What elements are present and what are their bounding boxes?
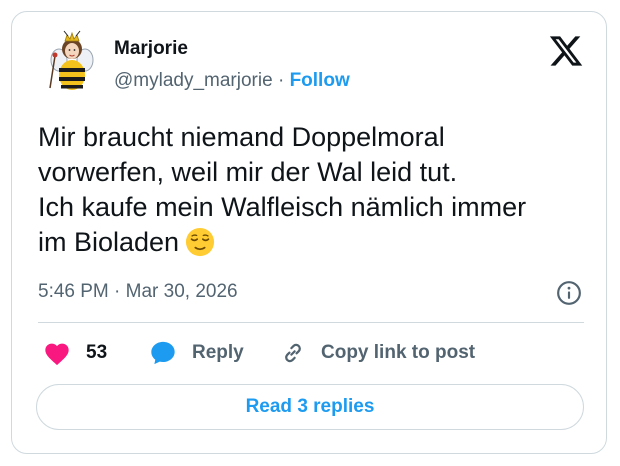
info-icon[interactable]	[556, 280, 582, 306]
link-icon	[285, 343, 301, 363]
author-handle[interactable]: @mylady_marjorie	[114, 70, 273, 91]
reply-button[interactable]: Reply	[149, 338, 244, 368]
copy-link-label: Copy link to post	[321, 342, 476, 363]
avatar[interactable]	[40, 30, 104, 94]
like-count: 53	[86, 342, 108, 363]
like-button[interactable]: 53	[43, 338, 107, 368]
post-text-line-last: im Bioladen	[38, 225, 598, 260]
copy-link-button[interactable]: Copy link to post	[280, 338, 475, 368]
speech-bubble-icon	[151, 341, 175, 365]
post-timestamp[interactable]: 5:46 PM · Mar 30, 2026	[38, 281, 238, 303]
follow-button[interactable]: Follow	[290, 70, 350, 91]
relieved-face-emoji-icon	[186, 227, 215, 257]
embedded-post-card: Marjorie @mylady_marjorie · Follow Mir b…	[11, 11, 607, 454]
read-replies-button[interactable]: Read 3 replies	[36, 384, 584, 430]
separator-dot: ·	[277, 70, 285, 91]
author-handle-row: @mylady_marjorie · Follow	[114, 70, 350, 92]
post-text-line: Mir braucht niemand Doppelmoral	[38, 122, 445, 152]
reply-label: Reply	[192, 342, 244, 363]
heart-icon	[45, 343, 69, 366]
post-text-line: Ich kaufe mein Walfleisch nämlich immer	[38, 192, 527, 222]
post-text-line: im Bioladen	[38, 227, 180, 257]
post-text: Mir braucht niemand Doppelmoral vorwerfe…	[38, 120, 598, 260]
author-name[interactable]: Marjorie	[114, 38, 188, 60]
x-logo-icon[interactable]	[548, 33, 584, 69]
divider	[38, 322, 584, 323]
post-text-line: vorwerfen, weil mir der Wal leid tut.	[38, 157, 458, 187]
